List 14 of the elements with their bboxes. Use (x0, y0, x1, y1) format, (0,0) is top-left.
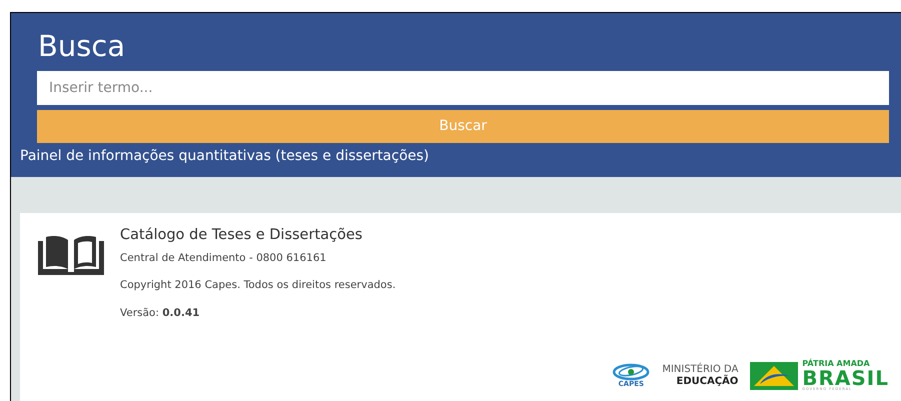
version-text: Versão: 0.0.41 (120, 306, 201, 322)
dashboard-link[interactable]: Painel de informações quantitativas (teses e dissertações) (20, 146, 430, 167)
catalog-title: Catálogo de Teses e Dissertações (120, 226, 364, 245)
logo-text: PÁTRIA AMADA (802, 360, 871, 368)
search-field[interactable]: Inserir termo... (37, 70, 889, 105)
flag-logo-icon (750, 362, 798, 390)
page-title: Busca (38, 31, 126, 63)
eye-logo-icon (612, 363, 650, 382)
copyright-text: Copyright 2016 Capes. Todos os direitos reservados. (120, 278, 396, 294)
book-icon (38, 234, 104, 275)
logo-text: MINISTÉRIO DA (662, 364, 738, 375)
contact-text: Central de Atendimento - 0800 616161 (120, 250, 328, 266)
logo-text: BRASIL (802, 368, 889, 388)
logo-text: EDUCAÇÃO (676, 376, 738, 387)
